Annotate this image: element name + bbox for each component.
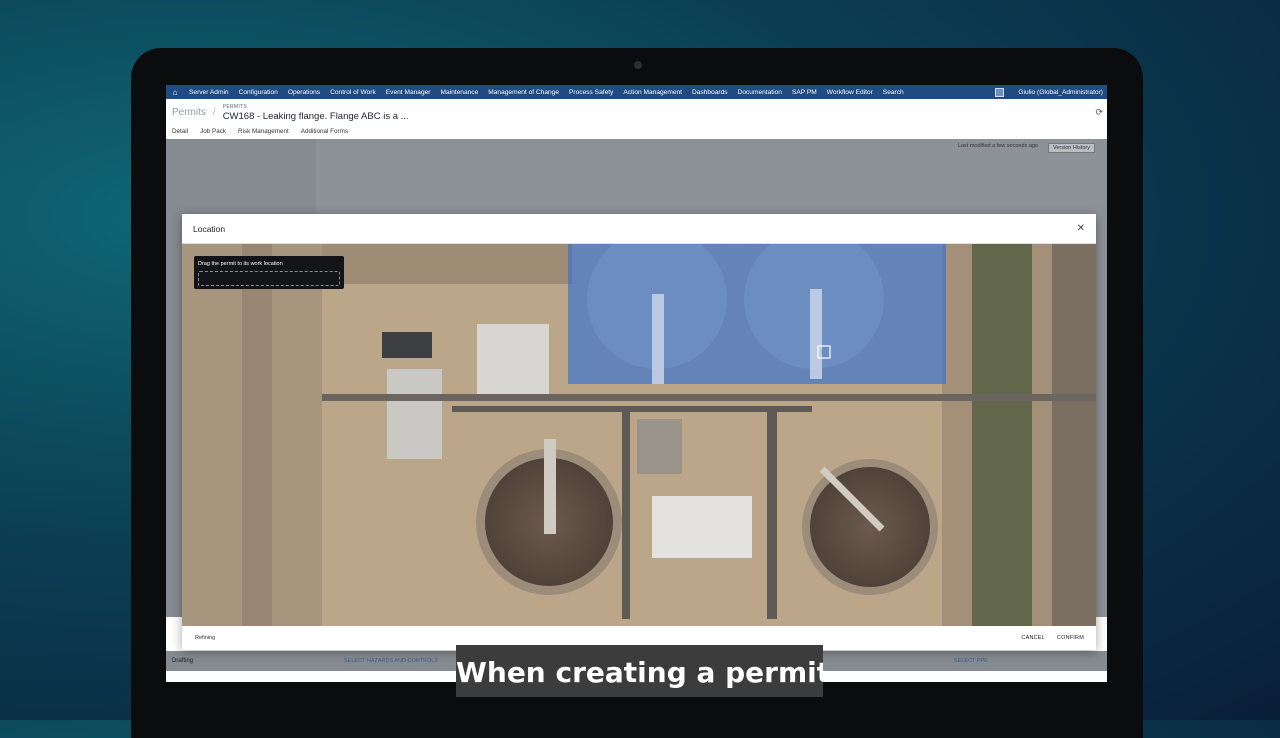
nav-maintenance[interactable]: Maintenance xyxy=(436,89,484,96)
nav-operations[interactable]: Operations xyxy=(283,89,325,96)
select-ppe-link[interactable]: SELECT PPE xyxy=(954,658,988,664)
app-body-overlay: Last modified a few seconds ago Version … xyxy=(166,139,1107,671)
nav-event-manager[interactable]: Event Manager xyxy=(381,89,436,96)
location-modal: Location ✕ Drag the permit to its work l… xyxy=(182,214,1096,650)
drag-hint-text: Drag the permit to its work location xyxy=(198,261,283,267)
nav-sap-pm[interactable]: SAP PM xyxy=(787,89,822,96)
video-caption: When creating a permit, xyxy=(456,645,823,697)
nav-documentation[interactable]: Documentation xyxy=(733,89,787,96)
tab-job-pack[interactable]: Job Pack xyxy=(194,126,232,139)
drafting-status: Drafting xyxy=(172,658,194,664)
breadcrumb-section: PERMITS xyxy=(222,103,248,110)
cancel-button[interactable]: CANCEL xyxy=(1021,635,1045,641)
nav-configuration[interactable]: Configuration xyxy=(234,89,283,96)
last-modified-text: Last modified a few seconds ago xyxy=(957,143,1038,149)
notification-icon[interactable] xyxy=(995,87,1005,97)
nav-server-admin[interactable]: Server Admin xyxy=(184,89,234,96)
close-icon[interactable]: ✕ xyxy=(1077,223,1085,234)
nav-control-of-work[interactable]: Control of Work xyxy=(325,89,381,96)
drag-hint-tooltip: Drag the permit to its work location xyxy=(194,256,344,289)
user-menu[interactable]: Giulio (Global_Administrator) xyxy=(1018,89,1107,96)
nav-action-management[interactable]: Action Management xyxy=(618,89,687,96)
nav-dashboards[interactable]: Dashboards xyxy=(687,89,733,96)
status-line: Last modified a few seconds ago Version … xyxy=(958,143,1095,153)
tab-detail[interactable]: Detail xyxy=(166,126,195,140)
nav-process-safety[interactable]: Process Safety xyxy=(564,89,618,96)
nav-workflow-editor[interactable]: Workflow Editor xyxy=(822,89,878,96)
camera-dot xyxy=(634,61,642,69)
permit-drag-handle[interactable] xyxy=(198,271,340,286)
nav-management-of-change[interactable]: Management of Change xyxy=(483,89,564,96)
tab-additional-forms[interactable]: Additional Forms xyxy=(295,126,354,139)
satellite-map[interactable]: Drag the permit to its work location xyxy=(182,244,1096,626)
home-icon[interactable]: ⌂ xyxy=(166,88,184,97)
confirm-button[interactable]: CONFIRM xyxy=(1057,635,1084,641)
nav-search[interactable]: Search xyxy=(878,89,909,96)
page-title: CW168 - Leaking flange. Flange ABC is a … xyxy=(222,110,409,122)
modal-header: Location ✕ xyxy=(182,214,1096,244)
refresh-icon[interactable]: ⟳ xyxy=(1095,107,1103,118)
select-hazards-link[interactable]: SELECT HAZARDS AND CONTROLS xyxy=(344,658,438,664)
top-navigation: ⌂ Server Admin Configuration Operations … xyxy=(166,85,1107,99)
modal-title: Location xyxy=(193,223,226,234)
breadcrumb-separator: / xyxy=(212,107,216,118)
breadcrumb: Permits / PERMITS CW168 - Leaking flange… xyxy=(166,99,1107,126)
app-screen: ⌂ Server Admin Configuration Operations … xyxy=(166,85,1107,682)
refining-status: Refining xyxy=(195,635,216,641)
tab-risk-management[interactable]: Risk Management xyxy=(232,126,295,139)
version-history-button[interactable]: Version History xyxy=(1048,143,1095,153)
map-imagery xyxy=(182,244,1096,626)
breadcrumb-permits[interactable]: Permits xyxy=(172,107,206,118)
tab-bar: Detail Job Pack Risk Management Addition… xyxy=(166,126,1107,140)
